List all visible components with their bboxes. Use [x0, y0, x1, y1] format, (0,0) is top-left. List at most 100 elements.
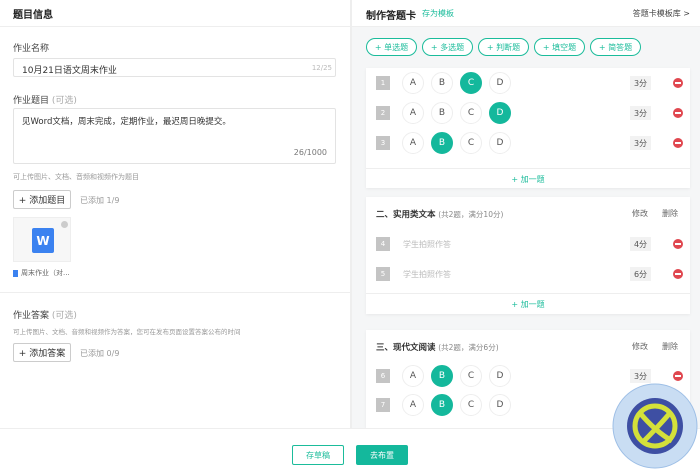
answer-card-panel: 制作答题卡 存为模板 答题卡模板库 > + 单选题 + 多选题 + 判断题 + …: [352, 0, 700, 428]
score-badge[interactable]: 3分: [630, 76, 651, 90]
option-a[interactable]: A: [402, 394, 424, 416]
option-d[interactable]: D: [489, 365, 511, 387]
add-single-choice-chip[interactable]: + 单选题: [366, 38, 417, 56]
answer-card-header: 制作答题卡 存为模板 答题卡模板库 >: [352, 0, 700, 27]
question-row: 2 A B C D 3分: [376, 102, 683, 124]
option-a[interactable]: A: [402, 102, 424, 124]
score-badge[interactable]: 3分: [630, 136, 651, 150]
name-value: 10月21日语文周末作业: [22, 66, 117, 76]
section-title: 三、现代文阅读: [376, 343, 436, 353]
save-template-link[interactable]: 存为模板: [422, 8, 454, 19]
doc-icon: [13, 269, 18, 277]
score-badge[interactable]: 3分: [630, 106, 651, 120]
question-number: 7: [376, 398, 390, 412]
question-row: 4 学生拍照作答 4分: [376, 237, 683, 251]
delete-section-link[interactable]: 删除: [662, 341, 678, 352]
option-d[interactable]: D: [489, 102, 511, 124]
template-library-link[interactable]: 答题卡模板库 >: [633, 8, 690, 19]
option-c[interactable]: C: [460, 365, 482, 387]
answer-added-count: 已添加 0/9: [80, 349, 120, 358]
add-answer-button[interactable]: + 添加答案: [13, 343, 71, 362]
question-number: 5: [376, 267, 390, 281]
add-topic-button[interactable]: + 添加题目: [13, 190, 71, 209]
question-number: 2: [376, 106, 390, 120]
option-d[interactable]: D: [489, 132, 511, 154]
name-label: 作业名称: [13, 44, 50, 54]
homework-name-input[interactable]: 10月21日语文周末作业 12/25: [13, 58, 336, 77]
score-badge[interactable]: 3分: [630, 369, 651, 383]
question-type-chips: + 单选题 + 多选题 + 判断题 + 填空题 + 简答题: [366, 38, 641, 56]
publish-button[interactable]: 去布置: [356, 445, 408, 465]
score-badge[interactable]: 4分: [630, 237, 651, 251]
add-short-answer-chip[interactable]: + 简答题: [590, 38, 641, 56]
question-row: 1 A B C D 3分: [376, 72, 683, 94]
option-d[interactable]: D: [489, 72, 511, 94]
edit-section-link[interactable]: 修改: [632, 341, 648, 352]
name-count: 12/25: [311, 64, 332, 72]
option-c[interactable]: C: [460, 72, 482, 94]
remove-file-icon[interactable]: [61, 221, 68, 228]
option-b[interactable]: B: [431, 394, 453, 416]
answer-card-title: 制作答题卡: [366, 11, 416, 22]
add-question-button[interactable]: + 加一题: [366, 299, 690, 310]
remove-question-icon[interactable]: [673, 138, 683, 148]
option-b[interactable]: B: [431, 132, 453, 154]
option-b[interactable]: B: [431, 365, 453, 387]
answer-mode-text: 学生拍照作答: [403, 269, 451, 279]
add-true-false-chip[interactable]: + 判断题: [478, 38, 529, 56]
remove-question-icon[interactable]: [673, 78, 683, 88]
question-row: 3 A B C D 3分: [376, 132, 683, 154]
option-c[interactable]: C: [460, 102, 482, 124]
question-row: 5 学生拍照作答 6分: [376, 267, 683, 281]
file-name[interactable]: 周末作业（对...: [21, 268, 70, 278]
option-c[interactable]: C: [460, 394, 482, 416]
panel-title: 题目信息: [13, 10, 53, 21]
option-d[interactable]: D: [489, 394, 511, 416]
option-c[interactable]: C: [460, 132, 482, 154]
optional-tag: (可选): [51, 96, 77, 106]
answer-hint: 可上传图片、文档、音频和视频作为答案，您可在发布页面设置答案公布的时间: [13, 328, 241, 336]
add-multi-choice-chip[interactable]: + 多选题: [422, 38, 473, 56]
remove-question-icon[interactable]: [673, 371, 683, 381]
option-a[interactable]: A: [402, 72, 424, 94]
section-meta: (共2题，满分10分): [438, 210, 504, 219]
question-number: 1: [376, 76, 390, 90]
question-info-panel: 题目信息 作业名称 10月21日语文周末作业 12/25 作业题目 (可选) 见…: [0, 0, 350, 428]
optional-tag: (可选): [51, 311, 77, 321]
option-a[interactable]: A: [402, 132, 424, 154]
section-1-card: 1 A B C D 3分 2 A B C D 3分 3 A B C D 3分 + 加一题: [366, 68, 690, 188]
delete-section-link[interactable]: 删除: [662, 208, 678, 219]
add-fill-blank-chip[interactable]: + 填空题: [534, 38, 585, 56]
divider: [366, 168, 690, 169]
divider: [366, 293, 690, 294]
topic-hint: 可上传图片、文档、音频和视频作为题目: [13, 173, 139, 181]
topic-count: 26/1000: [293, 148, 327, 157]
section-title: 二、实用类文本: [376, 210, 436, 220]
remove-question-icon[interactable]: [673, 269, 683, 279]
question-number: 3: [376, 136, 390, 150]
topic-value: 见Word文档，周末完成，定期作业，最迟周日晚提交。: [22, 117, 231, 127]
school-seal-logo: [612, 383, 698, 469]
question-number: 6: [376, 369, 390, 383]
remove-question-icon[interactable]: [673, 108, 683, 118]
word-file-icon: W: [32, 228, 54, 253]
divider: [0, 26, 350, 27]
option-b[interactable]: B: [431, 102, 453, 124]
file-card[interactable]: W: [13, 217, 71, 262]
footer-bar: 存草稿 去布置: [0, 428, 700, 475]
remove-question-icon[interactable]: [673, 239, 683, 249]
section-meta: (共2题，满分6分): [438, 343, 499, 352]
edit-section-link[interactable]: 修改: [632, 208, 648, 219]
answer-mode-text: 学生拍照作答: [403, 239, 451, 249]
option-a[interactable]: A: [402, 365, 424, 387]
topic-textarea[interactable]: 见Word文档，周末完成，定期作业，最迟周日晚提交。 26/1000: [13, 108, 336, 164]
section-2-card: 二、实用类文本 (共2题，满分10分) 修改 删除 4 学生拍照作答 4分 5 学生拍照作答 6…: [366, 197, 690, 314]
divider: [0, 292, 350, 293]
question-number: 4: [376, 237, 390, 251]
topic-added-count: 已添加 1/9: [80, 196, 120, 205]
option-b[interactable]: B: [431, 72, 453, 94]
score-badge[interactable]: 6分: [630, 267, 651, 281]
topic-label: 作业题目: [13, 96, 50, 106]
add-question-button[interactable]: + 加一题: [366, 174, 690, 185]
save-draft-button[interactable]: 存草稿: [292, 445, 344, 465]
